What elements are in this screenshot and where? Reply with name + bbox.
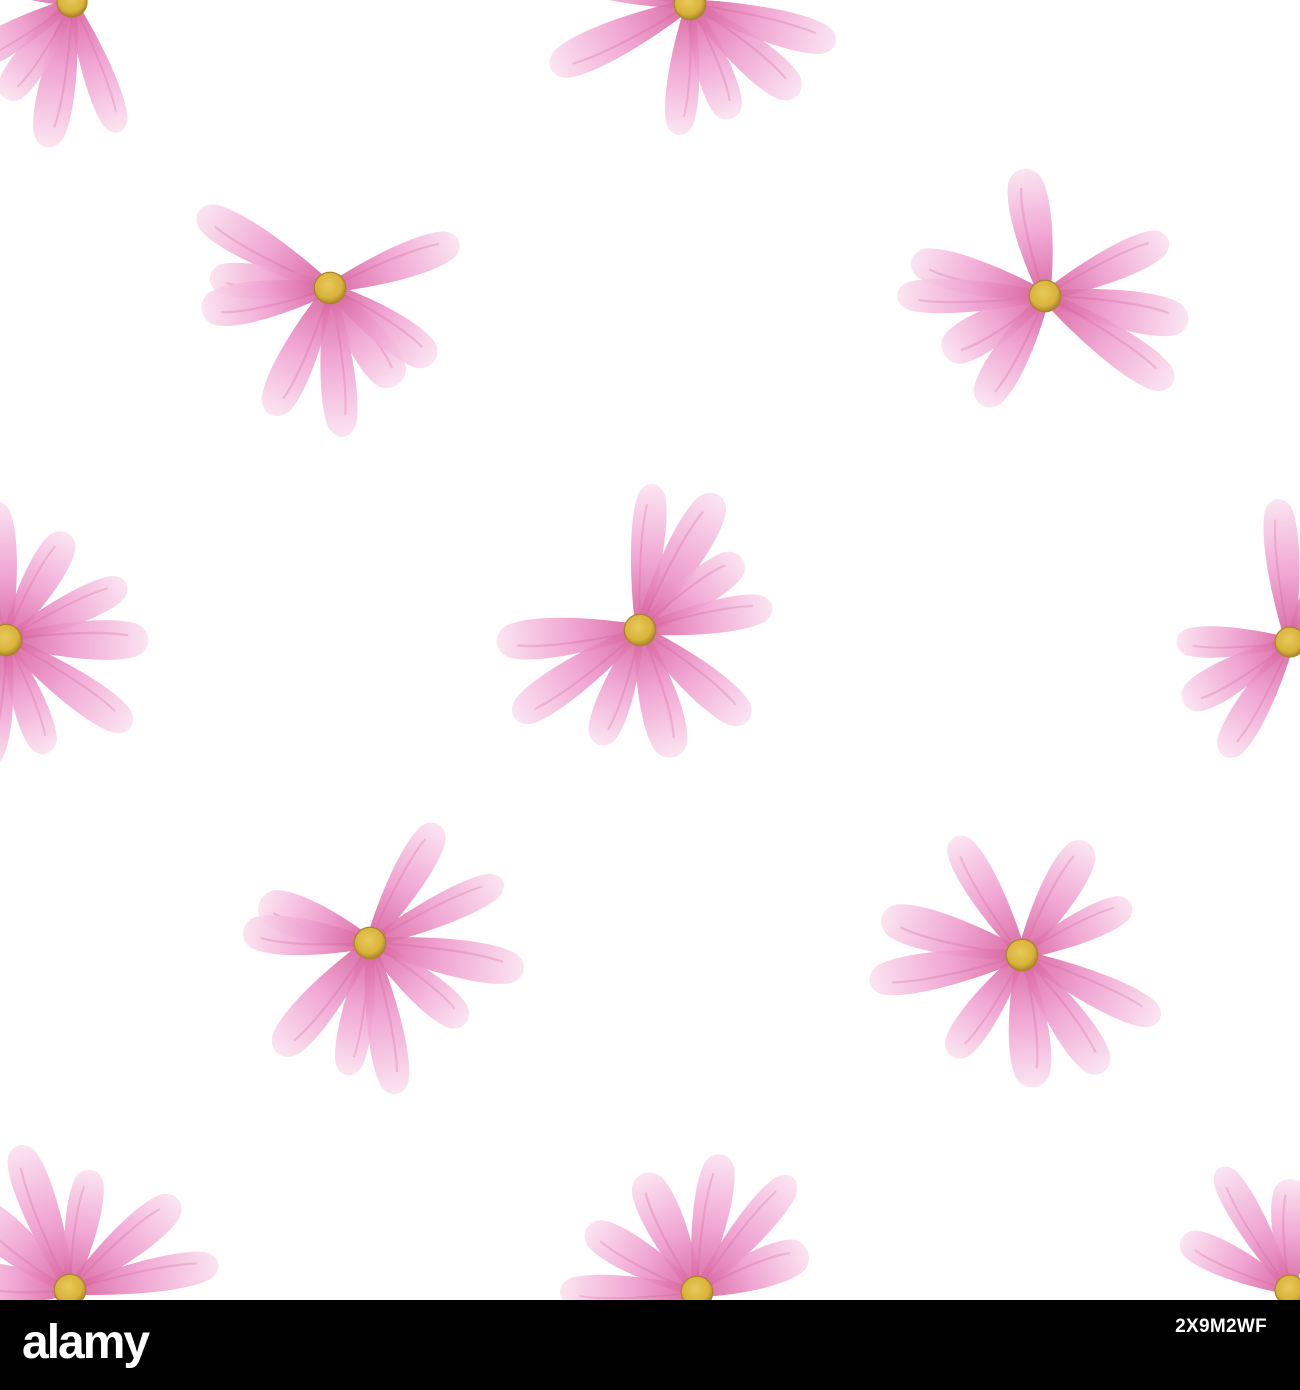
flower-icon xyxy=(493,481,777,764)
flower-center xyxy=(313,271,347,305)
flower-icon xyxy=(865,827,1169,1091)
brand-logo-text: alamy xyxy=(22,1316,150,1369)
flower-icon xyxy=(0,498,150,773)
flower-icon xyxy=(558,1150,816,1300)
flower-pattern-area xyxy=(0,0,1300,1300)
flower-icon xyxy=(541,0,842,138)
flower-icon xyxy=(895,164,1193,416)
footer-bar: alamy 2X9M2WF xyxy=(0,1300,1300,1390)
flower-icon xyxy=(1172,1158,1300,1300)
flower-icon xyxy=(187,194,466,440)
flower-petal xyxy=(1259,496,1300,639)
flower-icon xyxy=(240,814,529,1099)
flower-center xyxy=(53,1273,87,1300)
flower-pattern-canvas xyxy=(0,0,1300,1300)
brand-logo: alamy xyxy=(22,1316,152,1369)
flower-center xyxy=(353,926,387,960)
flower-icon xyxy=(1173,496,1300,766)
flower-icon xyxy=(0,0,136,152)
flower-center xyxy=(1005,938,1039,972)
flower-center xyxy=(1028,279,1062,313)
image-id: 2X9M2WF xyxy=(1175,1316,1267,1337)
flower-center xyxy=(1274,626,1300,658)
flower-icon xyxy=(0,1138,223,1300)
